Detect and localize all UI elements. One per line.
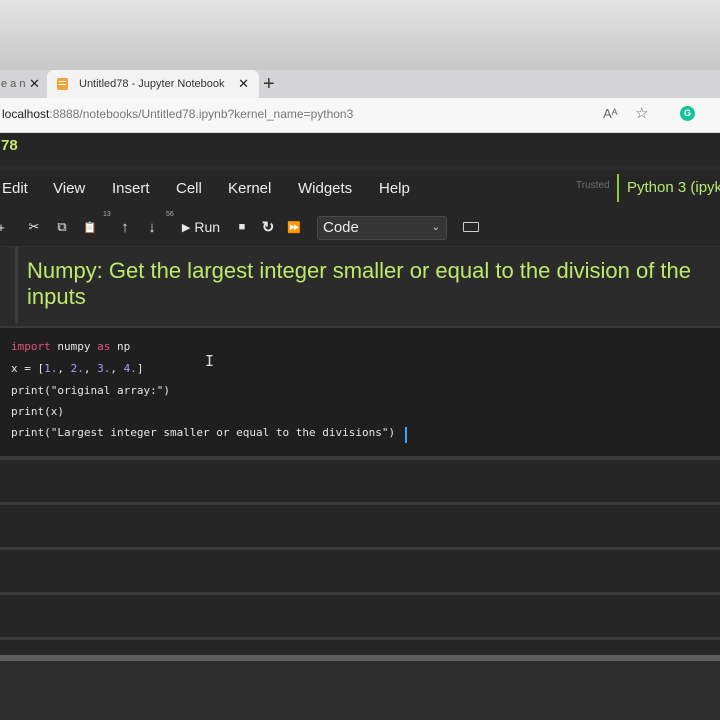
keyboard-icon [463,222,479,232]
run-button[interactable]: ▶ Run [175,215,227,239]
code-line-2: x = [1., 2., 3., 4.] [11,362,144,375]
cut-scissors-icon[interactable]: ✂ [24,215,44,239]
tab-previous[interactable]: e a n ✕ [0,70,46,98]
stop-square-icon[interactable]: ■ [233,215,251,239]
code-line-3: print("original array:") [11,384,170,397]
markdown-cell[interactable]: Numpy: Get the largest integer smaller o… [0,247,720,323]
cell-type-value: Code [323,219,359,236]
url-text[interactable]: localhost:8888/notebooks/Untitled78.ipyn… [2,107,353,121]
notebook-toolbar: + ✂ ⧉ 📋 13 ↑ ↓ 56 ▶ Run ■ ↻ ⏩ Code ⌄ [0,208,720,247]
menu-cell[interactable]: Cell [176,180,202,197]
restart-icon[interactable]: ↻ [259,215,277,239]
move-down-arrow-icon[interactable]: ↓ [142,215,162,239]
menu-widgets[interactable]: Widgets [298,180,352,197]
photo-top-band [0,0,720,70]
run-label: Run [194,219,221,235]
empty-code-cell[interactable] [0,547,720,592]
code-line-5: print("Largest integer smaller or equal … [11,426,396,439]
code-line-1: import numpy as np [11,340,131,353]
notebook-menubar: Edit View Insert Cell Kernel Widgets Hel… [0,170,720,208]
menu-insert[interactable]: Insert [112,180,150,197]
menu-help[interactable]: Help [379,180,410,197]
new-tab-plus-icon[interactable]: + [263,73,275,96]
code-cell[interactable]: import numpy as np x = [1., 2., 3., 4.] … [0,326,720,458]
toolbar-counter: 13 [103,211,111,218]
menu-edit[interactable]: Edit [2,180,28,197]
fast-forward-icon[interactable]: ⏩ [285,215,303,239]
url-host: localhost [2,107,50,121]
code-line-4: print(x) [11,405,64,418]
move-up-arrow-icon[interactable]: ↑ [115,215,135,239]
play-icon: ▶ [181,221,191,234]
tab-previous-label: e a n [1,78,25,90]
tab-active-label: Untitled78 - Jupyter Notebook [79,78,225,90]
notebook-header: 78 [0,133,720,165]
menu-view[interactable]: View [53,180,85,197]
address-bar[interactable]: localhost:8888/notebooks/Untitled78.ipyn… [0,98,720,133]
read-aloud-icon[interactable]: Aᴬ [603,106,618,121]
keyboard-shortcuts-button[interactable] [457,215,485,239]
menu-kernel[interactable]: Kernel [228,180,271,197]
insert-cell-plus-icon[interactable]: + [0,215,8,239]
grammarly-icon[interactable]: G [680,106,695,121]
mouse-ibeam-cursor-icon: I [205,352,215,370]
text-cursor [405,427,407,443]
paste-clipboard-icon[interactable]: 📋 [80,215,100,239]
chevron-down-icon: ⌄ [431,222,440,233]
notebook-title[interactable]: 78 [1,137,18,154]
cell-type-select[interactable]: Code ⌄ [317,216,447,240]
toolbar-counter: 56 [166,211,174,218]
trusted-indicator[interactable]: Trusted [576,180,610,191]
cell-prompt-bar [15,247,18,323]
kernel-name: Python 3 (ipyk [627,179,720,196]
notebook-favicon-icon [57,78,68,90]
close-icon[interactable]: ✕ [238,76,249,92]
empty-code-cell[interactable] [0,592,720,637]
tab-jupyter-notebook[interactable]: Untitled78 - Jupyter Notebook ✕ [47,70,259,98]
empty-code-cell[interactable] [0,457,720,502]
markdown-heading: Numpy: Get the largest integer smaller o… [27,258,692,309]
notebook-bottom-area [0,661,720,720]
kernel-indicator-bar [617,174,619,202]
copy-icon[interactable]: ⧉ [52,215,72,239]
browser-tab-strip: e a n ✕ Untitled78 - Jupyter Notebook ✕ … [0,70,720,98]
favorite-star-icon[interactable]: ☆ [635,104,648,122]
close-icon[interactable]: ✕ [29,76,40,92]
url-path: :8888/notebooks/Untitled78.ipynb?kernel_… [49,107,354,121]
empty-code-cell[interactable] [0,502,720,547]
